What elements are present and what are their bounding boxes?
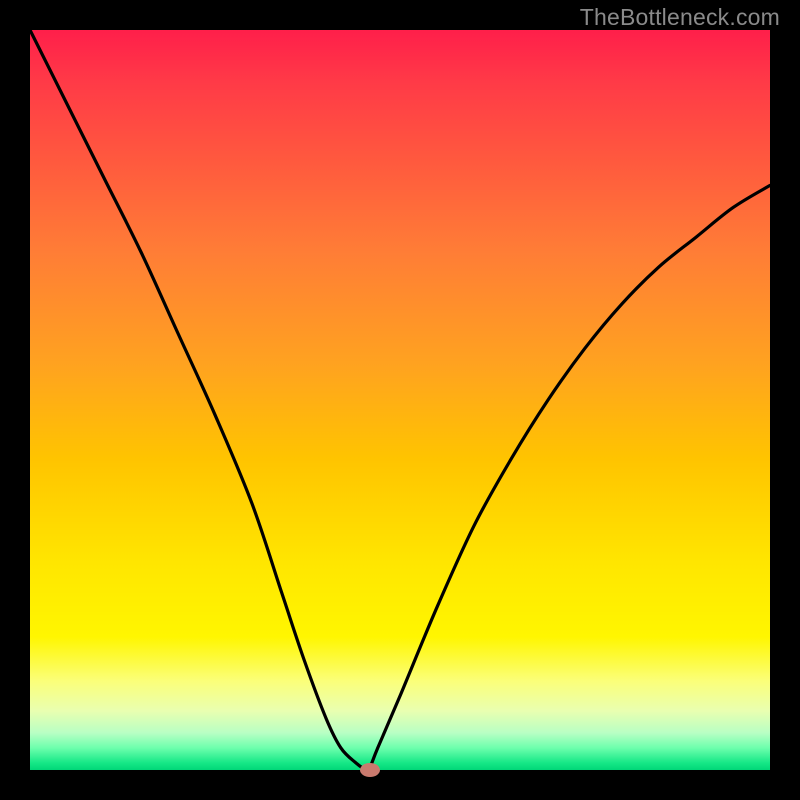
- optimum-marker: [360, 763, 380, 777]
- plot-area: [30, 30, 770, 770]
- chart-frame: TheBottleneck.com: [0, 0, 800, 800]
- watermark-text: TheBottleneck.com: [580, 4, 780, 31]
- bottleneck-curve: [30, 30, 770, 770]
- curve-layer: [30, 30, 770, 770]
